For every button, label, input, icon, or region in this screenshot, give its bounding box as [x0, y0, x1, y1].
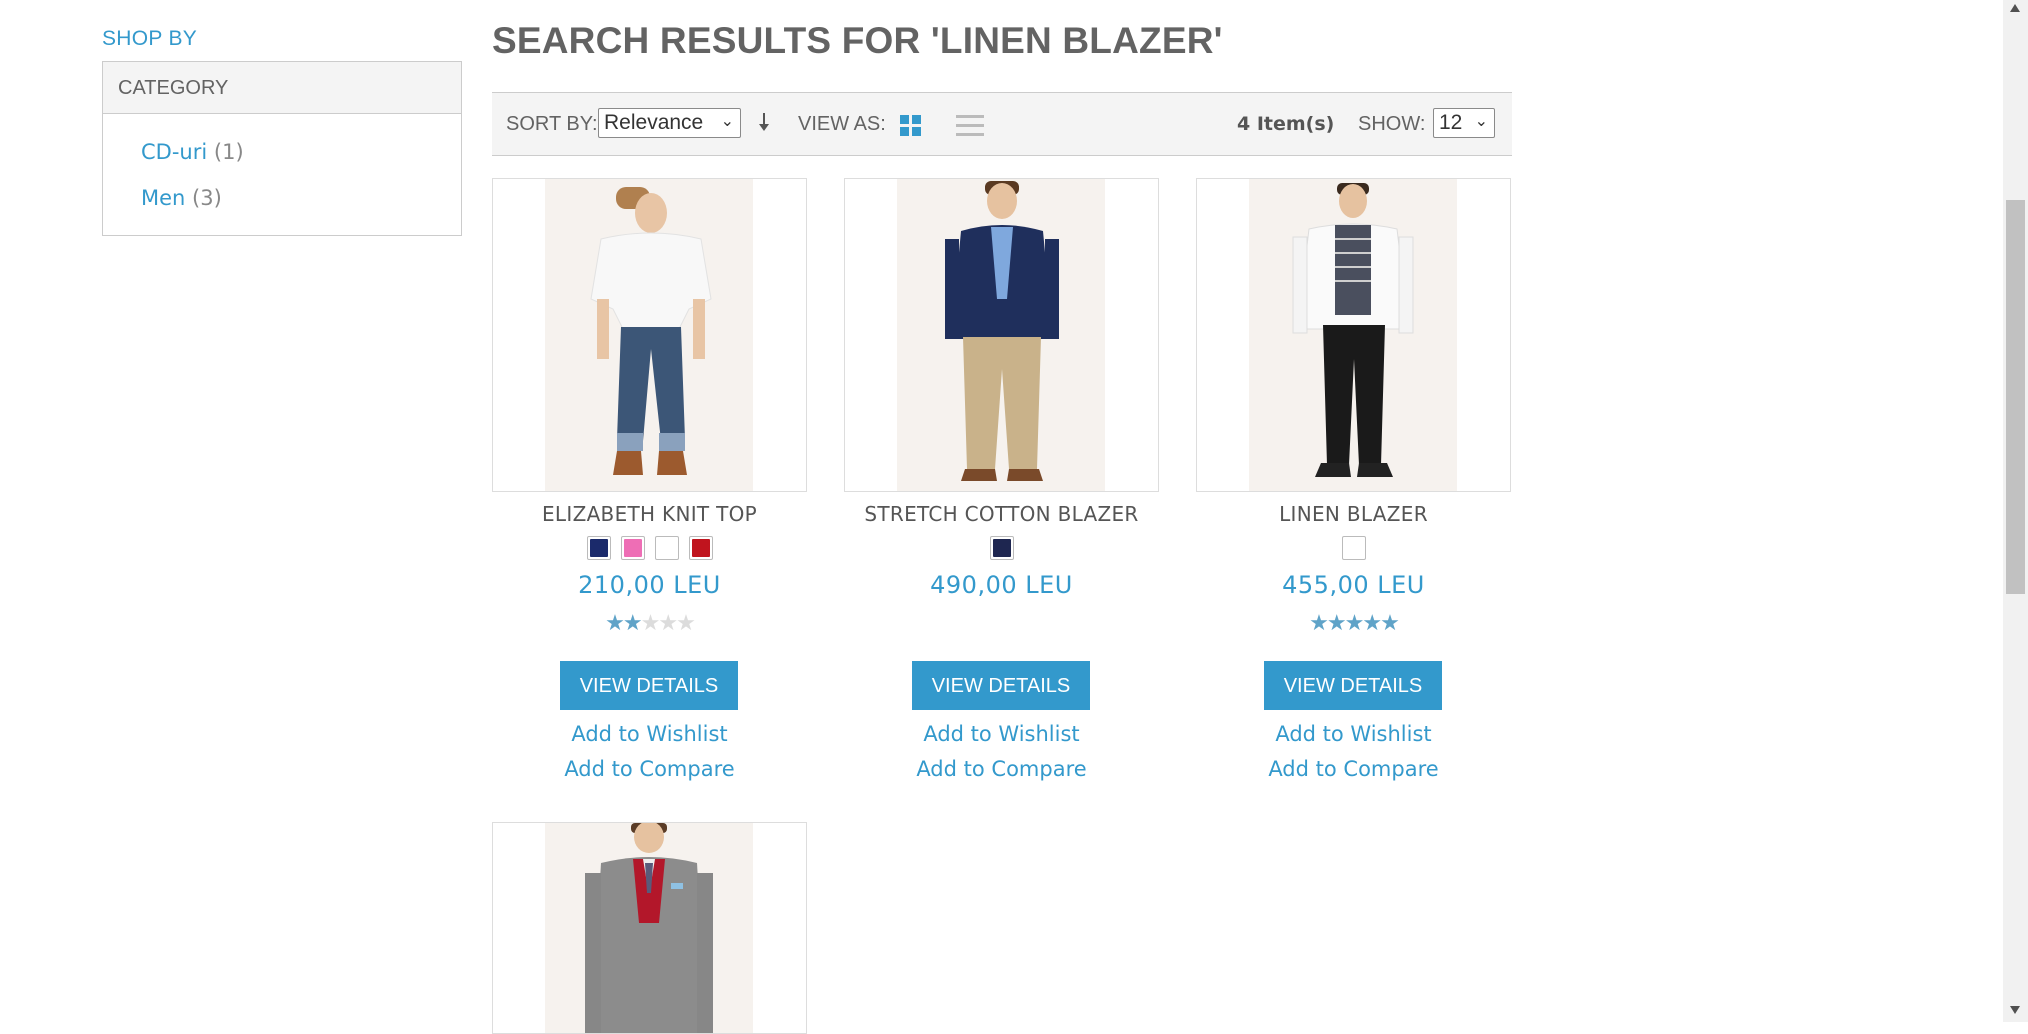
view-details-button[interactable]: VIEW DETAILS — [560, 661, 738, 710]
star-filled-icon: ★ — [1326, 611, 1347, 636]
add-to-compare-link[interactable]: Add to Compare — [1196, 757, 1511, 781]
product-image[interactable] — [492, 178, 807, 492]
star-filled-icon: ★ — [1362, 611, 1382, 636]
items-count: 4 Item(s) — [1237, 113, 1335, 135]
product-price: 455,00 LEU — [1282, 571, 1425, 599]
color-swatch[interactable] — [1341, 536, 1366, 560]
star-filled-icon: ★ — [1344, 611, 1365, 636]
star-empty-icon: ★ — [676, 611, 696, 636]
arrow-down-icon[interactable] — [756, 111, 772, 135]
product-image[interactable] — [492, 822, 807, 1034]
product-name[interactable]: ELIZABETH KNIT TOP — [492, 502, 807, 526]
sort-by-value: Relevance — [604, 111, 704, 134]
page-title: SEARCH RESULTS FOR 'LINEN BLAZER' — [492, 20, 1223, 61]
color-swatch[interactable] — [586, 536, 611, 560]
category-item-count: (1) — [213, 140, 244, 164]
star-filled-icon: ★ — [605, 611, 625, 636]
product-name[interactable]: LINEN BLAZER — [1196, 502, 1511, 526]
view-details-button[interactable]: VIEW DETAILS — [1264, 661, 1442, 710]
shop-by-heading: SHOP BY — [102, 27, 198, 50]
star-empty-icon: ★ — [658, 611, 678, 636]
rating-stars: ★★★★★ — [492, 611, 807, 636]
color-swatch[interactable] — [989, 536, 1014, 560]
vertical-scrollbar[interactable] — [2003, 0, 2028, 1022]
chevron-down-icon: ⌄ — [1474, 113, 1488, 130]
product-image[interactable] — [1196, 178, 1511, 492]
show-per-page-select[interactable]: 12 ⌄ — [1433, 108, 1495, 138]
category-item-count: (3) — [192, 186, 222, 210]
show-per-page-value: 12 — [1439, 111, 1463, 134]
category-item-label[interactable]: CD-uri — [141, 140, 207, 164]
sort-by-select[interactable]: Relevance ⌄ — [598, 108, 741, 138]
scroll-thumb[interactable] — [2006, 200, 2025, 594]
category-item-men[interactable]: Men (3) — [141, 186, 222, 210]
category-item-label[interactable]: Men — [141, 186, 185, 210]
star-empty-icon: ★ — [640, 611, 661, 636]
add-to-wishlist-link[interactable]: Add to Wishlist — [844, 722, 1159, 746]
chevron-down-icon: ⌄ — [720, 113, 734, 130]
color-swatch[interactable] — [654, 536, 679, 560]
grid-icon[interactable] — [900, 115, 922, 137]
add-to-compare-link[interactable]: Add to Compare — [492, 757, 807, 781]
add-to-compare-link[interactable]: Add to Compare — [844, 757, 1159, 781]
color-swatch[interactable] — [688, 536, 713, 560]
scroll-down-arrow-icon[interactable] — [2010, 1006, 2020, 1014]
product-price: 490,00 LEU — [930, 571, 1073, 599]
rating-stars: ★★★★★ — [1196, 611, 1511, 636]
show-label: SHOW: — [1358, 113, 1426, 135]
view-details-button[interactable]: VIEW DETAILS — [912, 661, 1090, 710]
color-swatches — [844, 536, 1159, 560]
product-name[interactable]: STRETCH COTTON BLAZER — [844, 502, 1159, 526]
star-filled-icon: ★ — [1380, 611, 1400, 636]
product-price: 210,00 LEU — [578, 571, 721, 599]
category-filter-title: CATEGORY — [103, 62, 461, 114]
star-filled-icon: ★ — [1309, 611, 1329, 636]
scroll-up-arrow-icon[interactable] — [2010, 4, 2020, 12]
color-swatches — [492, 536, 807, 560]
add-to-wishlist-link[interactable]: Add to Wishlist — [1196, 722, 1511, 746]
view-as-label: VIEW AS: — [798, 113, 886, 135]
sort-by-label: SORT BY: — [506, 113, 598, 135]
add-to-wishlist-link[interactable]: Add to Wishlist — [492, 722, 807, 746]
category-item-cd-uri[interactable]: CD-uri (1) — [141, 140, 244, 164]
results-toolbar: SORT BY: Relevance ⌄ VIEW AS: 4 Item(s) … — [492, 92, 1512, 156]
category-filter-box: CATEGORY CD-uri (1) Men (3) — [102, 61, 462, 236]
product-image[interactable] — [844, 178, 1159, 492]
list-icon[interactable] — [956, 115, 984, 137]
color-swatches — [1196, 536, 1511, 560]
star-filled-icon: ★ — [622, 611, 643, 636]
color-swatch[interactable] — [620, 536, 645, 560]
